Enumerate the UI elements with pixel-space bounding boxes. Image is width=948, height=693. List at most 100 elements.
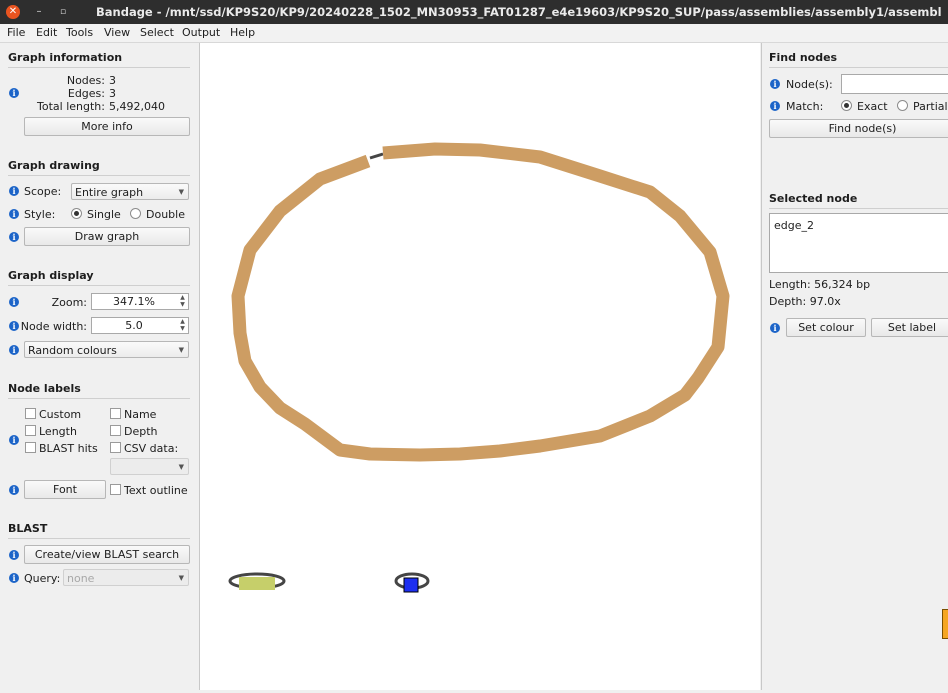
csv-data-label[interactable]: CSV data: <box>124 442 178 455</box>
info-icon[interactable]: i <box>9 297 19 307</box>
info-icon[interactable]: i <box>9 345 19 355</box>
edges-value: 3 <box>109 87 116 100</box>
divider <box>8 538 190 539</box>
blast-title: BLAST <box>8 522 48 535</box>
csv-data-checkbox[interactable] <box>110 442 121 453</box>
node-labels-title: Node labels <box>8 382 81 395</box>
blast-hits-label[interactable]: BLAST hits <box>39 442 98 455</box>
divider <box>8 175 190 176</box>
maximize-icon[interactable]: ▫ <box>56 5 70 19</box>
info-icon[interactable]: i <box>9 435 19 445</box>
total-length-value: 5,492,040 <box>109 100 165 113</box>
info-icon[interactable]: i <box>9 209 19 219</box>
depth-label[interactable]: Depth <box>124 425 158 438</box>
node-width-spinbox[interactable]: 5.0 ▲ ▼ <box>91 317 189 334</box>
divider <box>8 67 190 68</box>
colour-scheme-select[interactable]: Random colours ▼ <box>24 341 189 358</box>
length-checkbox[interactable] <box>25 425 36 436</box>
scope-select[interactable]: Entire graph ▼ <box>71 183 189 200</box>
menu-select[interactable]: Select <box>140 26 174 39</box>
scope-value: Entire graph <box>75 186 144 199</box>
match-partial-label[interactable]: Partial <box>913 100 948 113</box>
depth-checkbox[interactable] <box>110 425 121 436</box>
left-panel: Graph information i Nodes: 3 Edges: 3 To… <box>0 43 200 690</box>
style-label: Style: <box>24 208 56 221</box>
info-icon[interactable]: i <box>9 321 19 331</box>
divider <box>8 285 190 286</box>
node-width-value: 5.0 <box>125 319 143 332</box>
graph-information-title: Graph information <box>8 51 123 64</box>
graph-edge[interactable] <box>369 152 384 160</box>
node-blue[interactable] <box>403 577 419 593</box>
selected-node-length: Length: 56,324 bp <box>769 278 871 291</box>
query-select: none ▼ <box>63 569 189 586</box>
graph-drawing[interactable] <box>200 43 760 690</box>
match-exact-label[interactable]: Exact <box>857 100 888 113</box>
zoom-spinbox[interactable]: 347.1% ▲ ▼ <box>91 293 189 310</box>
info-icon[interactable]: i <box>9 550 19 560</box>
info-icon[interactable]: i <box>9 88 19 98</box>
match-partial-radio[interactable] <box>897 100 908 111</box>
graph-drawing-title: Graph drawing <box>8 159 100 172</box>
total-length-label: Total length: <box>37 100 105 113</box>
text-outline-checkbox[interactable] <box>110 484 121 495</box>
info-icon[interactable]: i <box>9 485 19 495</box>
colour-scheme-value: Random colours <box>28 344 117 357</box>
menu-file[interactable]: File <box>7 26 25 39</box>
selected-node-box[interactable]: edge_2 <box>769 213 948 273</box>
info-icon[interactable]: i <box>770 79 780 89</box>
menu-view[interactable]: View <box>104 26 130 39</box>
window-title: Bandage - /mnt/ssd/KP9S20/KP9/20240228_1… <box>96 5 941 19</box>
menu-help[interactable]: Help <box>230 26 255 39</box>
side-notification-tab[interactable] <box>942 609 948 639</box>
node-yellow[interactable] <box>239 577 275 590</box>
zoom-value: 347.1% <box>113 295 155 308</box>
info-icon[interactable]: i <box>9 186 19 196</box>
menu-edit[interactable]: Edit <box>36 26 57 39</box>
text-outline-label[interactable]: Text outline <box>124 484 188 497</box>
chevron-down-icon: ▼ <box>178 346 184 354</box>
scope-label: Scope: <box>24 185 62 198</box>
node-width-label: Node width: <box>20 320 87 333</box>
find-nodes-label: Node(s): <box>786 78 833 91</box>
blast-hits-checkbox[interactable] <box>25 442 36 453</box>
node-edge-2[interactable] <box>231 142 730 462</box>
set-colour-button[interactable]: Set colour <box>786 318 866 337</box>
blast-search-button[interactable]: Create/view BLAST search <box>24 545 190 564</box>
name-label[interactable]: Name <box>124 408 156 421</box>
menu-tools[interactable]: Tools <box>66 26 93 39</box>
menu-output[interactable]: Output <box>182 26 220 39</box>
draw-graph-button[interactable]: Draw graph <box>24 227 190 246</box>
find-nodes-button[interactable]: Find node(s) <box>769 119 948 138</box>
length-label[interactable]: Length <box>39 425 77 438</box>
style-single-label[interactable]: Single <box>87 208 121 221</box>
spin-arrows-icon[interactable]: ▲ ▼ <box>178 318 187 333</box>
set-label-button[interactable]: Set label <box>871 318 948 337</box>
menu-bar: File Edit Tools View Select Output Help <box>0 24 948 43</box>
info-icon[interactable]: i <box>9 232 19 242</box>
info-icon[interactable]: i <box>770 101 780 111</box>
font-button[interactable]: Font <box>24 480 106 499</box>
close-icon[interactable]: ✕ <box>6 5 20 19</box>
info-icon[interactable]: i <box>9 573 19 583</box>
style-double-radio[interactable] <box>130 208 141 219</box>
spin-arrows-icon[interactable]: ▲ ▼ <box>178 294 187 309</box>
find-nodes-input[interactable] <box>841 74 948 94</box>
query-value: none <box>67 572 95 585</box>
info-icon[interactable]: i <box>770 323 780 333</box>
minimize-icon[interactable]: – <box>32 5 46 19</box>
style-single-radio[interactable] <box>71 208 82 219</box>
chevron-down-icon: ▼ <box>178 188 184 196</box>
match-exact-radio[interactable] <box>841 100 852 111</box>
graph-display-title: Graph display <box>8 269 94 282</box>
query-label: Query: <box>24 572 61 585</box>
graph-canvas[interactable] <box>200 43 760 690</box>
title-bar: ✕ – ▫ Bandage - /mnt/ssd/KP9S20/KP9/2024… <box>0 0 948 24</box>
custom-checkbox[interactable] <box>25 408 36 419</box>
selected-node-name: edge_2 <box>774 219 814 232</box>
name-checkbox[interactable] <box>110 408 121 419</box>
more-info-button[interactable]: More info <box>24 117 190 136</box>
zoom-label: Zoom: <box>51 296 87 309</box>
style-double-label[interactable]: Double <box>146 208 185 221</box>
custom-label[interactable]: Custom <box>39 408 81 421</box>
